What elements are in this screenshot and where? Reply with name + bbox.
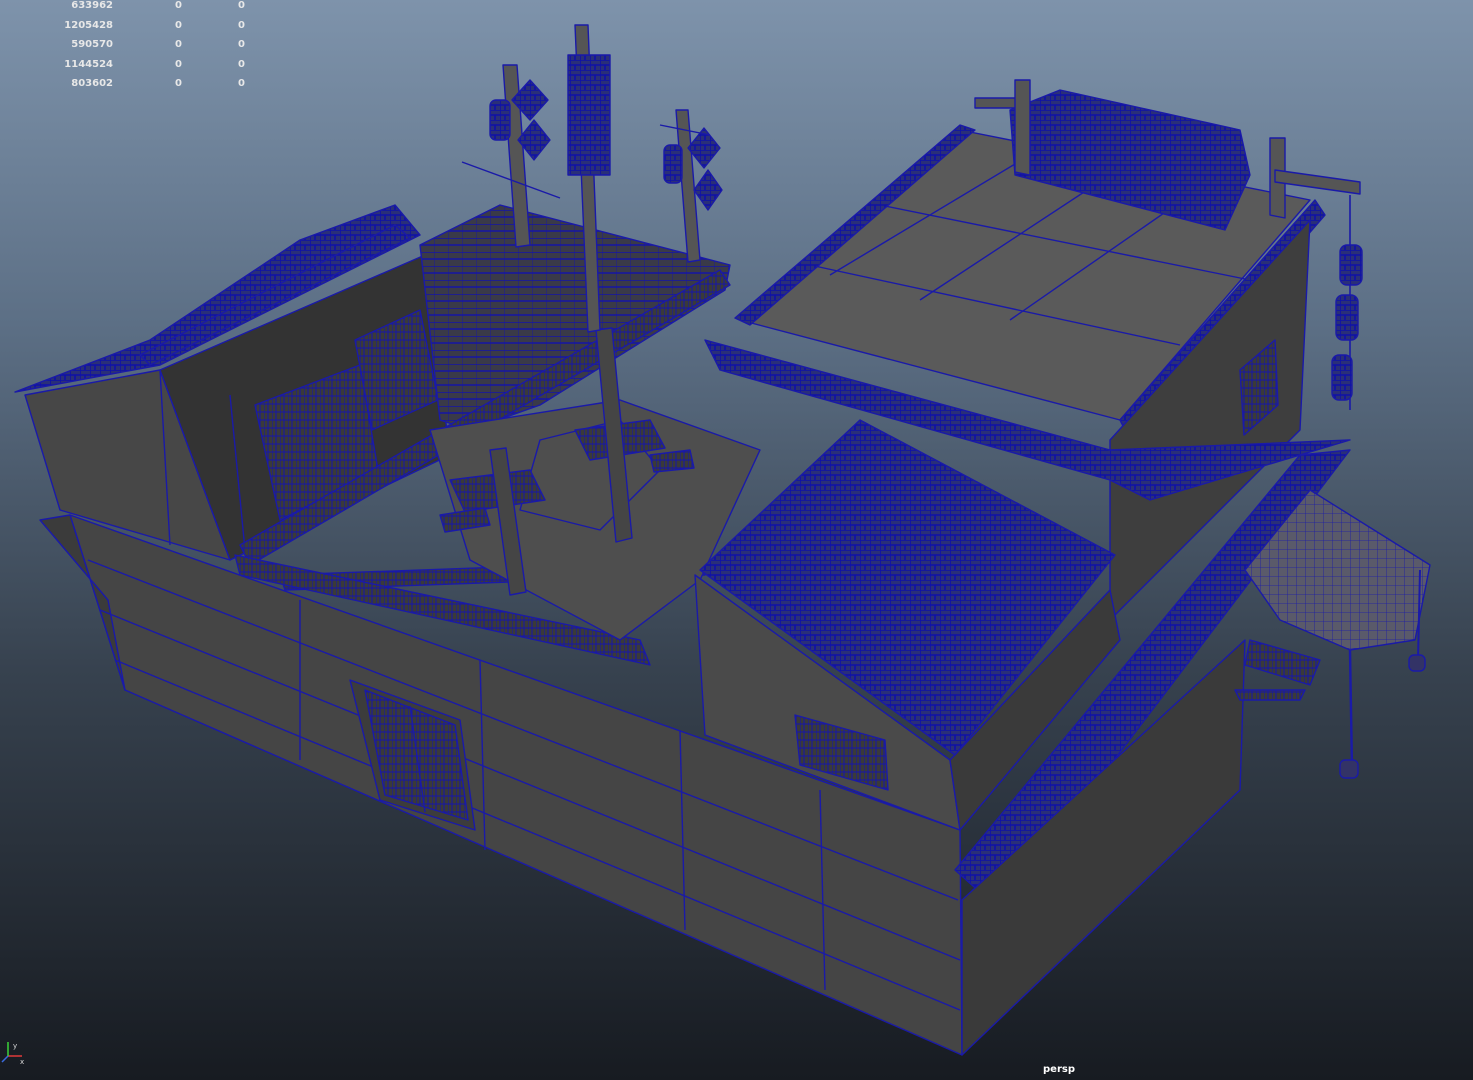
hud-value: 803602	[71, 78, 113, 89]
hanging-banner	[567, 54, 611, 176]
hud-row: 633962 0 0	[0, 0, 260, 14]
hud-value: 0	[175, 78, 182, 89]
lantern	[489, 99, 511, 141]
hud-value: 0	[238, 20, 245, 31]
hud-value: 0	[175, 0, 182, 11]
3d-viewport[interactable]: 633962 0 0 1205428 0 0 590570 0 0 114452…	[0, 0, 1473, 1080]
hud-row: 1205428 0 0	[0, 20, 260, 34]
hanging-lantern	[1335, 294, 1359, 341]
hud-value: 1144524	[64, 59, 113, 70]
hud-value: 0	[175, 20, 182, 31]
lantern	[663, 144, 683, 184]
hud-row: 590570 0 0	[0, 39, 260, 53]
hud-value: 590570	[71, 39, 113, 50]
hud-value: 0	[175, 39, 182, 50]
scene-model[interactable]	[0, 0, 1473, 1080]
hud-value: 0	[175, 59, 182, 70]
hud-value: 0	[238, 59, 245, 70]
hud-row: 803602 0 0	[0, 78, 260, 92]
hud-value: 1205428	[64, 20, 113, 31]
svg-text:x: x	[20, 1058, 24, 1066]
market-bench	[1244, 639, 1321, 686]
market-table	[1234, 689, 1306, 701]
hud-row: 1144524 0 0	[0, 59, 260, 73]
hud-value: 0	[238, 0, 245, 11]
balcony-deck	[419, 204, 731, 431]
svg-text:y: y	[13, 1042, 17, 1050]
hud-value: 0	[238, 39, 245, 50]
hanging-lantern	[1331, 354, 1353, 401]
hanging-lantern	[1339, 244, 1363, 286]
hud-value: 633962	[71, 0, 113, 11]
hud-value: 0	[238, 78, 245, 89]
axis-gizmo-icon: y x	[1, 1042, 24, 1066]
camera-name-label: persp	[1043, 1064, 1075, 1075]
